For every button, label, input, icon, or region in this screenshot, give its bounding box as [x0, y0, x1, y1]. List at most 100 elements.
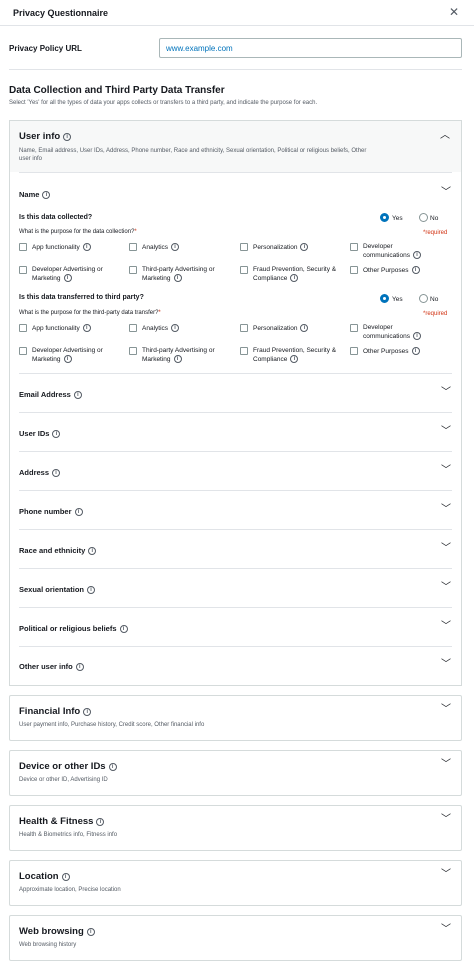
cb-fraud-prevention[interactable]	[240, 266, 248, 274]
chevron-down-icon[interactable]: ﹀	[441, 583, 451, 593]
cb-developer-communications[interactable]	[350, 324, 358, 332]
panel-financial-info[interactable]	[9, 695, 462, 741]
transferred-yes-label: Yes	[392, 296, 403, 303]
info-icon[interactable]: i	[300, 324, 309, 332]
cb-developer-advertising[interactable]	[19, 266, 27, 274]
cb-personalization[interactable]	[240, 243, 248, 251]
chevron-down-icon[interactable]: ﹀	[441, 427, 451, 437]
panel-device-ids[interactable]	[9, 750, 462, 796]
info-icon[interactable]: i	[290, 355, 299, 363]
info-icon[interactable]: i	[74, 508, 83, 516]
user-info-subtitle-2: user info	[19, 156, 43, 162]
transferred-no-radio[interactable]	[419, 294, 428, 303]
chevron-down-icon[interactable]: ﹀	[441, 660, 451, 670]
info-icon[interactable]: i	[290, 274, 299, 282]
info-icon[interactable]: i	[73, 391, 82, 399]
row-political-religious[interactable]: Political or religious beliefs i	[19, 624, 128, 633]
cb-developer-advertising[interactable]	[19, 347, 27, 355]
panel-title: Web browsing i	[19, 926, 95, 937]
info-icon[interactable]: i	[61, 873, 70, 881]
cb-app-functionality[interactable]	[19, 324, 27, 332]
chevron-down-icon[interactable]: ﹀	[441, 188, 451, 198]
chevron-down-icon[interactable]: ﹀	[441, 466, 451, 476]
chevron-down-icon[interactable]: ﹀	[441, 925, 451, 935]
info-icon[interactable]: i	[63, 355, 72, 363]
row-user-ids[interactable]: User IDs i	[19, 429, 61, 438]
row-sexual-orientation[interactable]: Sexual orientation i	[19, 585, 96, 594]
user-info-panel-header[interactable]	[9, 120, 462, 172]
cb-app-functionality[interactable]	[19, 243, 27, 251]
panel-subtitle: Approximate location, Precise location	[19, 887, 121, 893]
cb-analytics[interactable]	[129, 243, 137, 251]
info-icon[interactable]: i	[96, 818, 105, 826]
info-icon[interactable]: i	[52, 430, 61, 438]
info-icon[interactable]: i	[87, 586, 96, 594]
info-icon[interactable]: i	[63, 133, 72, 141]
cb-analytics[interactable]	[129, 324, 137, 332]
chevron-down-icon[interactable]: ﹀	[441, 870, 451, 880]
info-icon[interactable]: i	[82, 324, 91, 332]
panel-health-fitness[interactable]	[9, 805, 462, 851]
info-icon[interactable]: i	[171, 324, 180, 332]
info-icon[interactable]: i	[75, 663, 84, 671]
chevron-down-icon[interactable]: ﹀	[441, 760, 451, 770]
chevron-down-icon[interactable]: ﹀	[441, 388, 451, 398]
cb-label: Developer communications i	[363, 243, 421, 260]
cb-personalization[interactable]	[240, 324, 248, 332]
row-email-address[interactable]: Email Address i	[19, 390, 82, 399]
info-icon[interactable]: i	[42, 191, 51, 199]
cb-other-purposes[interactable]	[350, 347, 358, 355]
transferred-question: Is this data transferred to third party?	[19, 294, 144, 301]
info-icon[interactable]: i	[88, 547, 97, 555]
collected-no-radio[interactable]	[419, 213, 428, 222]
info-icon[interactable]: i	[412, 332, 421, 340]
chevron-down-icon[interactable]: ﹀	[441, 505, 451, 515]
cb-third-party-advertising[interactable]	[129, 266, 137, 274]
cb-label: Other Purposes i	[363, 347, 420, 356]
divider	[19, 646, 452, 647]
info-icon[interactable]: i	[173, 355, 182, 363]
panel-title: Location i	[19, 871, 70, 882]
cb-developer-communications[interactable]	[350, 243, 358, 251]
user-info-title: User info i	[19, 131, 72, 142]
divider	[19, 412, 452, 413]
info-icon[interactable]: i	[411, 266, 420, 274]
chevron-down-icon[interactable]: ﹀	[441, 544, 451, 554]
divider	[19, 568, 452, 569]
info-icon[interactable]: i	[82, 243, 91, 251]
cb-label: Developer communications i	[363, 324, 421, 341]
cb-fraud-prevention[interactable]	[240, 347, 248, 355]
info-icon[interactable]: i	[108, 763, 117, 771]
row-race-ethnicity[interactable]: Race and ethnicity i	[19, 546, 97, 555]
row-other-user-info[interactable]: Other user info i	[19, 662, 84, 671]
info-icon[interactable]: i	[86, 928, 95, 936]
chevron-down-icon[interactable]: ﹀	[441, 705, 451, 715]
info-icon[interactable]: i	[300, 243, 309, 251]
info-icon[interactable]: i	[411, 347, 420, 355]
chevron-down-icon[interactable]: ﹀	[441, 622, 451, 632]
row-name-title[interactable]: Name i	[19, 190, 51, 199]
transferred-yes-radio[interactable]	[380, 294, 389, 303]
info-icon[interactable]: i	[173, 274, 182, 282]
privacy-url-input[interactable]	[159, 38, 462, 58]
row-address[interactable]: Address i	[19, 468, 61, 477]
panel-location[interactable]	[9, 860, 462, 906]
panel-subtitle: Web browsing history	[19, 942, 77, 948]
info-icon[interactable]: i	[83, 708, 92, 716]
info-icon[interactable]: i	[52, 469, 61, 477]
user-info-subtitle: Name, Email address, User IDs, Address, …	[19, 148, 367, 154]
panel-web-browsing[interactable]	[9, 915, 462, 961]
row-phone-number[interactable]: Phone number i	[19, 507, 83, 516]
chevron-down-icon[interactable]: ﹀	[441, 815, 451, 825]
collected-yes-radio[interactable]	[380, 213, 389, 222]
info-icon[interactable]: i	[119, 625, 128, 633]
cb-other-purposes[interactable]	[350, 266, 358, 274]
info-icon[interactable]: i	[171, 243, 180, 251]
cb-third-party-advertising[interactable]	[129, 347, 137, 355]
privacy-url-label: Privacy Policy URL	[9, 44, 82, 53]
cb-label: Third-party Advertising or Marketing i	[142, 266, 215, 282]
chevron-up-icon[interactable]: ︿	[440, 131, 450, 141]
info-icon[interactable]: i	[63, 274, 72, 282]
info-icon[interactable]: i	[412, 251, 421, 259]
close-icon[interactable]: ✕	[449, 6, 459, 18]
